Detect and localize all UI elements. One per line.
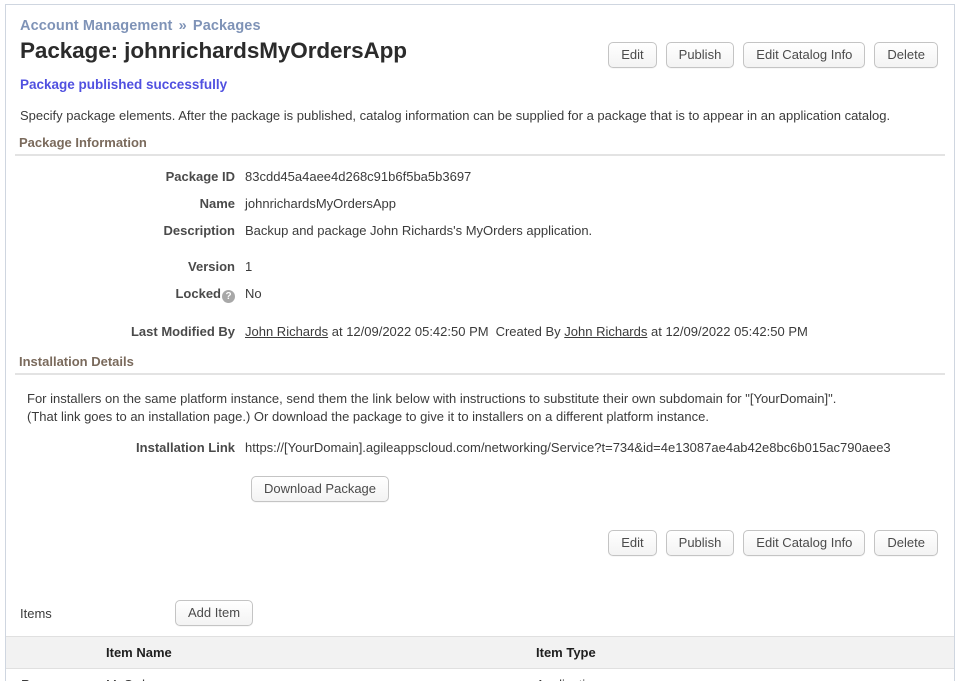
breadcrumb-separator: »	[178, 18, 187, 34]
field-value-package-id: 83cdd45a4aee4d268c91b6f5ba5b3697	[245, 169, 472, 184]
field-audit: Last Modified By John Richards at 12/09/…	[15, 324, 945, 339]
last-modified-timestamp: at 12/09/2022 05:42:50 PM	[331, 324, 489, 339]
field-label-version: Version	[188, 259, 235, 274]
field-value-locked: No	[245, 286, 262, 301]
items-table-header-row: Item Name Item Type	[6, 636, 954, 669]
download-package-row: Download Package	[251, 476, 945, 502]
cell-item-type: Application	[536, 669, 954, 681]
items-table: Item Name Item Type Remove MyOrders Appl…	[6, 636, 954, 681]
field-label-last-modified-by: Last Modified By	[130, 324, 235, 339]
field-label-locked: Locked?	[15, 286, 245, 303]
field-label-name: Name	[199, 196, 235, 211]
column-header-action	[6, 636, 106, 669]
edit-catalog-info-button-bottom[interactable]: Edit Catalog Info	[743, 530, 866, 556]
section-header-installation-details: Installation Details	[15, 351, 945, 375]
edit-button-bottom[interactable]: Edit	[608, 530, 657, 556]
created-by-label: Created By	[495, 324, 561, 339]
publish-button-bottom[interactable]: Publish	[665, 530, 735, 556]
installation-paragraph: For installers on the same platform inst…	[27, 390, 945, 426]
field-value-audit: John Richards at 12/09/2022 05:42:50 PM C…	[245, 324, 808, 339]
installation-paragraph-line-2: (That link goes to an installation page.…	[27, 409, 709, 424]
field-package-id: Package ID 83cdd45a4aee4d268c91b6f5ba5b3…	[15, 169, 945, 184]
page-frame: Account Management » Packages Package: j…	[5, 4, 955, 681]
field-description: Description Backup and package John Rich…	[15, 223, 945, 238]
cell-action: Remove	[6, 669, 106, 681]
status-message: Package published successfully	[20, 77, 228, 92]
page-title: Package: johnrichardsMyOrdersApp	[20, 38, 407, 63]
items-label: Items	[20, 605, 52, 621]
intro-text: Specify package elements. After the pack…	[20, 108, 891, 123]
package-information-fields: Package ID 83cdd45a4aee4d268c91b6f5ba5b3…	[15, 169, 945, 339]
field-version: Version 1	[15, 259, 945, 274]
breadcrumb-parent-link[interactable]: Account Management	[20, 18, 172, 34]
delete-button-top[interactable]: Delete	[874, 42, 938, 68]
created-timestamp: at 12/09/2022 05:42:50 PM	[651, 324, 808, 339]
help-icon[interactable]: ?	[222, 290, 235, 303]
column-header-item-type: Item Type	[536, 636, 954, 669]
field-name: Name johnrichardsMyOrdersApp	[15, 196, 945, 211]
field-label-installation-link: Installation Link	[136, 440, 235, 455]
column-header-item-name: Item Name	[106, 636, 536, 669]
toolbar-top: Edit Publish Edit Catalog Info Delete	[608, 37, 938, 68]
field-value-description: Backup and package John Richards's MyOrd…	[245, 223, 593, 238]
title-row: Package: johnrichardsMyOrdersApp Edit Pu…	[20, 37, 945, 68]
field-value-version: 1	[245, 259, 253, 274]
field-locked: Locked? No	[15, 286, 945, 303]
installation-paragraph-line-1: For installers on the same platform inst…	[27, 391, 837, 406]
edit-button-top[interactable]: Edit	[608, 42, 657, 68]
toolbar-bottom: Edit Publish Edit Catalog Info Delete	[15, 530, 938, 556]
field-label-package-id: Package ID	[165, 169, 235, 184]
edit-catalog-info-button-top[interactable]: Edit Catalog Info	[743, 42, 866, 68]
delete-button-bottom[interactable]: Delete	[874, 530, 938, 556]
breadcrumb: Account Management » Packages	[20, 18, 945, 34]
items-table-head: Item Name Item Type	[6, 636, 954, 669]
remove-item-link[interactable]: Remove	[21, 677, 69, 681]
items-bar: Items Add Item	[20, 600, 945, 626]
last-modified-by-user-link[interactable]: John Richards	[245, 324, 328, 339]
installation-fields: Installation Link https://[YourDomain].a…	[15, 440, 945, 455]
field-value-installation-link: https://[YourDomain].agileappscloud.com/…	[245, 440, 891, 455]
field-label-description: Description	[163, 223, 235, 238]
created-by-user-link[interactable]: John Richards	[564, 324, 647, 339]
breadcrumb-current-link[interactable]: Packages	[193, 18, 261, 34]
add-item-button[interactable]: Add Item	[175, 600, 254, 626]
cell-item-name: MyOrders	[106, 669, 536, 681]
section-header-package-information: Package Information	[15, 132, 945, 156]
field-label-locked-text: Locked	[175, 286, 221, 301]
table-row: Remove MyOrders Application	[6, 669, 954, 681]
publish-button-top[interactable]: Publish	[665, 42, 735, 68]
items-table-body: Remove MyOrders Application	[6, 669, 954, 681]
download-package-button[interactable]: Download Package	[251, 476, 390, 502]
page-content: Account Management » Packages Package: j…	[6, 18, 954, 681]
field-value-name: johnrichardsMyOrdersApp	[245, 196, 397, 211]
field-installation-link: Installation Link https://[YourDomain].a…	[15, 440, 945, 455]
